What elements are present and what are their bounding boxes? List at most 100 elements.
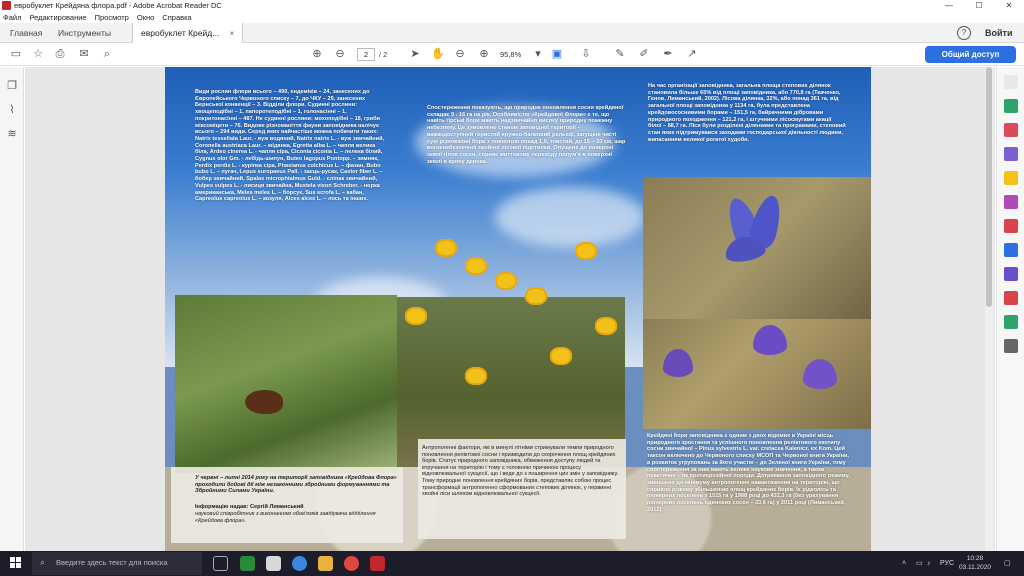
maximize-button[interactable]: ☐ — [964, 0, 994, 11]
text-flora-fauna: Види рослин флори всього – 490, ендемікі… — [195, 89, 385, 203]
yellow-flower — [465, 367, 487, 385]
help-icon[interactable]: ? — [957, 26, 971, 40]
violet-flower — [663, 349, 693, 377]
middle-caption-panel: Антропогенні фактори, які в минулі літні… — [418, 439, 626, 539]
hand-tool-icon[interactable]: ✋ — [430, 47, 446, 62]
info-author-role: науковий співробітник з виконанням обов'… — [195, 511, 376, 524]
print-icon[interactable]: ⎙ — [52, 47, 68, 62]
scrollbar-thumb[interactable] — [986, 67, 992, 307]
clock-time: 10:28 — [966, 555, 984, 562]
tab-close-icon[interactable]: × — [229, 28, 234, 38]
zoom-in-icon[interactable]: ⊕ — [476, 47, 492, 62]
yellow-flower — [465, 257, 487, 275]
yellow-flower — [405, 307, 427, 325]
right-tools-panel — [996, 67, 1024, 551]
share-button[interactable]: Общий доступ — [925, 46, 1016, 63]
maps-app-icon[interactable] — [240, 556, 255, 571]
violets-photo — [643, 319, 871, 429]
collapse-panel-icon[interactable] — [1004, 75, 1018, 89]
pdf-page: Види рослин флори всього – 490, ендемікі… — [165, 67, 871, 551]
edge-browser-icon[interactable] — [292, 556, 307, 571]
more-tools-icon[interactable] — [1004, 339, 1018, 353]
input-language[interactable]: РУС — [940, 551, 954, 576]
close-button[interactable]: ✕ — [994, 0, 1024, 11]
windows-start-icon[interactable] — [10, 557, 22, 569]
crocus-photo — [643, 177, 871, 319]
select-cursor-icon[interactable]: ➤ — [407, 47, 423, 62]
left-navigation-panel: ❐ ⌇ ≋ — [0, 67, 24, 551]
highlight-pen-icon[interactable]: ✐ — [636, 47, 652, 62]
document-viewer[interactable]: Види рослин флори всього – 490, ендемікі… — [25, 67, 995, 551]
clock-date: 03.11.2020 — [958, 564, 992, 571]
gopher — [245, 390, 283, 414]
system-clock[interactable]: 10:28 03.11.2020 — [955, 554, 995, 572]
save-icon[interactable]: ▭ — [8, 47, 24, 62]
grass-gopher-photo — [175, 295, 397, 473]
organize-pages-icon[interactable] — [1004, 219, 1018, 233]
vertical-scrollbar[interactable] — [985, 67, 993, 551]
caption-anthropogenic: Антропогенні фактори, які в минулі літні… — [422, 445, 619, 498]
next-page-icon[interactable]: ⊖ — [332, 47, 348, 62]
yellow-flower — [575, 242, 597, 260]
chrome-icon[interactable] — [344, 556, 359, 571]
sign-icon[interactable]: ✒ — [660, 47, 676, 62]
find-icon[interactable]: ⌕ — [99, 47, 115, 62]
windows-taskbar: ⌕ Введите здесь текст для поиска ˄ ▭ ♪ Р… — [0, 551, 1024, 576]
page-number-input[interactable]: 2 — [357, 48, 375, 61]
acrobat-taskbar-icon[interactable] — [370, 556, 385, 571]
attachments-icon[interactable]: ⌇ — [5, 103, 19, 117]
search-icon: ⌕ — [40, 557, 46, 567]
tray-chevron-icon[interactable]: ˄ — [902, 551, 906, 576]
bookmark-star-icon[interactable]: ☆ — [30, 47, 46, 62]
zoom-out-icon[interactable]: ⊖ — [452, 47, 468, 62]
volume-icon[interactable]: ♪ — [927, 551, 931, 576]
tab-document[interactable]: евробуклет Крейд... × — [132, 23, 244, 43]
export-pdf-icon[interactable] — [1004, 99, 1018, 113]
menu-edit[interactable]: Редактирование — [29, 13, 86, 22]
taskbar-search-box[interactable]: ⌕ Введите здесь текст для поиска — [32, 552, 202, 575]
notifications-icon[interactable]: ▢ — [1004, 551, 1011, 576]
comment-tool-icon[interactable] — [1004, 171, 1018, 185]
info-author: Інформацію надав: Сергій Лиманський — [195, 504, 304, 510]
page-thumbnails-icon[interactable]: ❐ — [5, 79, 19, 93]
menu-bar: Файл Редактирование Просмотр Окно Справк… — [0, 11, 1024, 23]
comment-icon[interactable]: ✎ — [612, 47, 628, 62]
zoom-dropdown-icon[interactable]: ▾ — [530, 47, 546, 62]
tab-tools[interactable]: Инструменты — [58, 23, 111, 43]
edit-pdf-icon[interactable] — [1004, 147, 1018, 161]
violet-flower — [803, 359, 837, 389]
menu-file[interactable]: Файл — [3, 13, 21, 22]
email-icon[interactable]: ✉ — [76, 47, 92, 62]
yellow-flower — [525, 287, 547, 305]
compress-pdf-icon[interactable] — [1004, 291, 1018, 305]
menu-view[interactable]: Просмотр — [95, 13, 129, 22]
fill-sign-icon[interactable] — [1004, 195, 1018, 209]
prev-page-icon[interactable]: ⊕ — [309, 47, 325, 62]
protect-icon[interactable] — [1004, 243, 1018, 257]
taskbar-search-placeholder: Введите здесь текст для поиска — [56, 558, 168, 567]
title-bar: евробуклет Крейдяна флора.pdf - Adobe Ac… — [0, 0, 1024, 11]
text-organization: На час організації заповідника, загальна… — [648, 83, 846, 143]
calculator-icon[interactable] — [266, 556, 281, 571]
scroll-mode-icon[interactable]: ⇩ — [578, 47, 594, 62]
yellow-flower — [435, 239, 457, 257]
file-explorer-icon[interactable] — [318, 556, 333, 571]
create-pdf-icon[interactable] — [1004, 123, 1018, 137]
scan-ocr-icon[interactable] — [1004, 315, 1018, 329]
page-total: / 2 — [379, 50, 388, 59]
network-icon[interactable]: ▭ — [916, 551, 923, 576]
yellow-flower — [550, 347, 572, 365]
cloud-image — [495, 187, 645, 247]
yellow-flower — [495, 272, 517, 290]
menu-help[interactable]: Справка — [162, 13, 191, 22]
toolbar: ▭ ☆ ⎙ ✉ ⌕ ⊕ ⊖ 2 / 2 ➤ ✋ ⊖ ⊕ 95,8% ▾ ▣ ⇩ … — [0, 43, 1024, 66]
send-for-signature-icon[interactable] — [1004, 267, 1018, 281]
task-view-icon[interactable] — [213, 556, 228, 571]
tab-home[interactable]: Главная — [10, 23, 42, 43]
layers-icon[interactable]: ≋ — [5, 127, 19, 141]
fit-page-icon[interactable]: ▣ — [549, 47, 565, 62]
minimize-button[interactable]: — — [934, 0, 964, 11]
menu-window[interactable]: Окно — [137, 13, 154, 22]
sign-in-button[interactable]: Войти — [985, 23, 1012, 43]
send-icon[interactable]: ↗ — [684, 47, 700, 62]
